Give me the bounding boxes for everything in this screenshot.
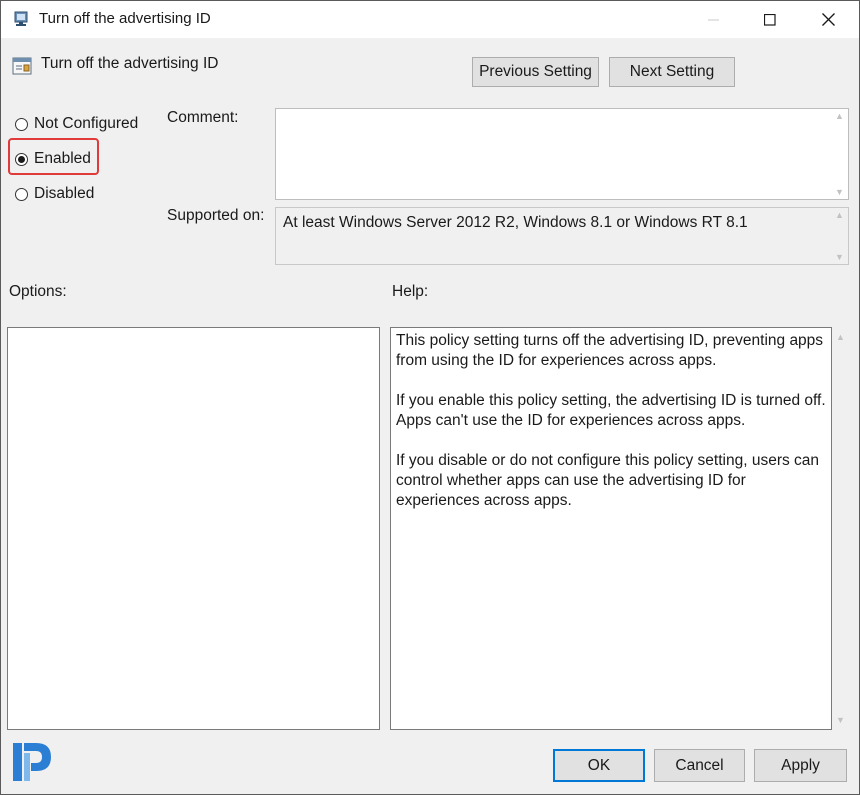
minimize-icon [708, 14, 720, 26]
options-label: Options: [9, 283, 67, 300]
help-label: Help: [392, 283, 429, 300]
policy-dialog: Turn off the advertising ID Turn off the [0, 0, 860, 795]
help-scrollbar[interactable]: ▲ ▼ [832, 328, 849, 729]
comment-scrollbar[interactable]: ▲ ▼ [831, 109, 848, 199]
help-paragraph: This policy setting turns off the advert… [396, 332, 824, 369]
radio-enabled[interactable]: Enabled [15, 150, 91, 168]
options-panel [7, 327, 380, 730]
cancel-button[interactable]: Cancel [654, 749, 745, 782]
scroll-up-icon: ▲ [835, 210, 844, 220]
close-button[interactable] [799, 1, 857, 38]
minimize-button[interactable] [685, 1, 743, 38]
radio-enabled-indicator [15, 152, 28, 166]
scroll-up-icon: ▲ [835, 111, 844, 121]
radio-not-configured-indicator [15, 117, 28, 131]
supported-on-value: At least Windows Server 2012 R2, Windows… [283, 214, 748, 231]
supported-on-label: Supported on: [167, 207, 265, 224]
title-bar: Turn off the advertising ID [1, 1, 859, 38]
radio-enabled-label: Enabled [34, 150, 91, 167]
scroll-down-icon: ▼ [835, 252, 844, 262]
scroll-down-icon: ▼ [836, 715, 845, 725]
scroll-up-icon: ▲ [836, 332, 845, 342]
help-paragraph: If you disable or do not configure this … [396, 452, 820, 509]
supported-scrollbar[interactable]: ▲ ▼ [831, 208, 848, 264]
ok-button[interactable]: OK [553, 749, 645, 782]
setting-title: Turn off the advertising ID [41, 55, 219, 72]
close-icon [821, 13, 835, 26]
scroll-down-icon: ▼ [835, 187, 844, 197]
policy-icon [13, 10, 31, 28]
help-text: This policy setting turns off the advert… [396, 331, 828, 531]
help-paragraph: If you enable this policy setting, the a… [396, 392, 826, 429]
help-panel: This policy setting turns off the advert… [390, 327, 832, 730]
policy-setting-icon [12, 56, 32, 76]
comment-label: Comment: [167, 109, 239, 126]
radio-not-configured-label: Not Configured [34, 115, 139, 132]
radio-not-configured[interactable]: Not Configured [15, 115, 138, 133]
maximize-button[interactable] [741, 1, 799, 38]
window-title: Turn off the advertising ID [39, 10, 211, 27]
brand-logo-icon [9, 739, 55, 785]
supported-on-field: At least Windows Server 2012 R2, Windows… [275, 207, 849, 265]
previous-setting-button[interactable]: Previous Setting [472, 57, 599, 87]
apply-button[interactable]: Apply [754, 749, 847, 782]
radio-disabled-label: Disabled [34, 185, 95, 202]
maximize-icon [764, 13, 776, 26]
comment-textarea[interactable]: ▲ ▼ [275, 108, 849, 200]
next-setting-button[interactable]: Next Setting [609, 57, 735, 87]
radio-disabled[interactable]: Disabled [15, 185, 94, 203]
radio-disabled-indicator [15, 187, 28, 201]
